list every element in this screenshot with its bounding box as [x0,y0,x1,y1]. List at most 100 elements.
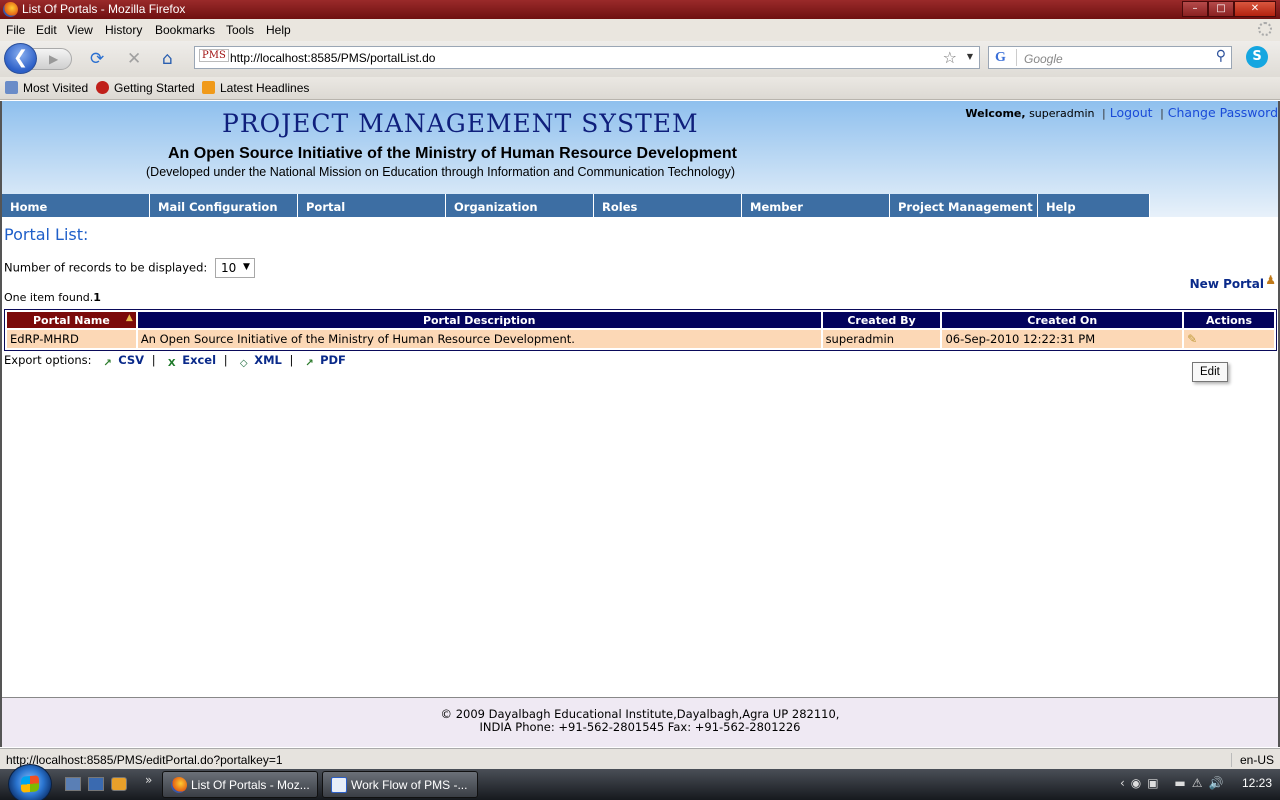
forward-button[interactable]: ▶ [32,48,72,70]
nav-member[interactable]: Member [742,194,890,217]
page-footer: © 2009 Dayalbagh Educational Institute,D… [2,697,1278,747]
bookmark-getting-started[interactable]: Getting Started [96,81,195,95]
switch-windows-icon[interactable] [88,777,104,791]
menu-file[interactable]: File [6,23,25,37]
welcome-label: Welcome, [965,107,1026,120]
page-subtitle-2: (Developed under the National Mission on… [146,165,736,179]
nav-organization[interactable]: Organization [446,194,594,217]
skype-icon[interactable]: S [1246,46,1268,68]
menu-bookmarks[interactable]: Bookmarks [155,23,215,37]
col-portal-name[interactable]: Portal Name ▲ [7,312,136,328]
windows-logo-icon [21,775,39,793]
new-portal-link[interactable]: New Portal ♟ [1190,273,1276,291]
user-panel: Welcome, superadmin | Logout | Change Pass… [965,105,1278,120]
separator: | [1102,107,1106,120]
start-button[interactable] [8,764,52,800]
clock[interactable]: 12:23 [1242,776,1272,790]
address-url[interactable]: http://localhost:8585/PMS/portalList.do [230,51,435,65]
sort-icon: ▲ [125,313,133,323]
show-desktop-icon[interactable] [65,777,81,791]
table-row: EdRP-MHRD An Open Source Initiative of t… [7,330,1274,348]
chevron-right-icon[interactable]: » [145,773,152,787]
task-label: List Of Portals - Moz... [191,778,310,792]
pdf-icon[interactable]: ↗ [303,357,316,370]
url-dropdown-icon[interactable]: ▼ [967,52,973,61]
getting-started-icon [96,81,109,94]
export-excel-link[interactable]: Excel [182,353,216,367]
menu-history[interactable]: History [105,23,142,37]
change-password-link[interactable]: Change Password [1168,105,1278,120]
minimize-button[interactable]: – [1182,1,1208,17]
cell-actions: ✎ [1184,330,1274,348]
export-pdf-link[interactable]: PDF [320,353,346,367]
records-select[interactable]: 10 ▼ [214,258,255,278]
bookmark-most-visited[interactable]: Most Visited [5,81,88,95]
back-button[interactable]: ❮ [4,43,37,74]
maximize-button[interactable]: □ [1208,1,1234,17]
add-user-icon[interactable]: ♟ [1265,273,1276,287]
task-label: Work Flow of PMS -... [351,778,468,792]
csv-icon[interactable]: ↗ [101,357,114,370]
status-language: en-US [1230,753,1274,767]
excel-icon[interactable]: X [165,357,178,370]
address-bar[interactable]: PMS http://localhost:8585/PMS/portalList… [194,46,980,69]
nav-roles[interactable]: Roles [594,194,742,217]
items-found: One item found.1 [4,291,101,304]
col-created-by[interactable]: Created By [822,312,941,328]
nav-home[interactable]: Home [2,194,150,217]
page-number[interactable]: 1 [93,291,101,304]
nav-mail-configuration[interactable]: Mail Configuration [150,194,298,217]
cell-portal-name: EdRP-MHRD [7,330,136,348]
search-box[interactable]: G Google ⚲ [988,46,1232,69]
records-control: Number of records to be displayed: 10 ▼ [4,258,255,278]
bookmark-label: Getting Started [114,81,195,95]
separator: | [223,353,228,367]
menu-view[interactable]: View [67,23,93,37]
nav-project-management[interactable]: Project Management [890,194,1038,217]
search-icon[interactable]: ⚲ [1216,48,1226,64]
bookmarks-toolbar: Most Visited Getting Started Latest Head… [0,77,1280,100]
search-engine-icon[interactable]: G [991,49,1017,66]
logout-link[interactable]: Logout [1110,105,1153,120]
taskbar-firefox[interactable]: List Of Portals - Moz... [162,771,318,798]
chevron-down-icon: ▼ [243,262,250,272]
found-text: One item found. [4,291,94,304]
edit-tooltip: Edit [1192,362,1228,382]
menu-tools[interactable]: Tools [226,23,254,37]
home-icon[interactable]: ⌂ [162,50,173,68]
col-created-on[interactable]: Created On [942,312,1183,328]
bookmark-latest-headlines[interactable]: Latest Headlines [202,81,309,95]
new-portal-label[interactable]: New Portal [1190,277,1264,291]
nav-portal[interactable]: Portal [298,194,446,217]
stop-icon[interactable]: ✕ [127,50,141,68]
window-title: List Of Portals - Mozilla Firefox [22,2,186,16]
bookmark-label: Latest Headlines [220,81,310,95]
tray-icons[interactable]: ‹◉▣ ▬⚠🔊 [1120,776,1229,790]
edit-pencil-icon[interactable]: ✎ [1187,332,1197,346]
username: superadmin [1029,107,1095,120]
page-subtitle: An Open Source Initiative of the Ministr… [168,145,737,162]
search-placeholder[interactable]: Google [1024,52,1063,66]
footer-line-2: INDIA Phone: +91-562-2801545 Fax: +91-56… [479,720,801,734]
firefox-icon [3,2,18,17]
site-header: PROJECT MANAGEMENT SYSTEM An Open Source… [2,101,1278,217]
export-options: Export options: ↗ CSV | X Excel | ◇ XML | ↗… [4,353,350,370]
list-title: Portal List: [4,225,89,244]
window-titlebar: List Of Portals - Mozilla Firefox – □ ✕ [0,0,1280,19]
menu-help[interactable]: Help [266,23,291,37]
export-csv-link[interactable]: CSV [118,353,144,367]
taskbar-word[interactable]: Work Flow of PMS -... [322,771,478,798]
export-xml-link[interactable]: XML [254,353,282,367]
bookmark-star-icon[interactable]: ☆ [943,48,957,67]
separator: | [289,353,294,367]
menu-edit[interactable]: Edit [36,23,57,37]
menubar: File Edit View History Bookmarks Tools H… [0,19,1280,41]
xml-icon[interactable]: ◇ [237,357,250,370]
nav-help[interactable]: Help [1038,194,1150,217]
col-label[interactable]: Portal Name [33,314,110,327]
rss-icon [202,81,215,94]
close-button[interactable]: ✕ [1234,1,1276,17]
reload-icon[interactable]: ⟳ [90,50,104,68]
col-portal-description[interactable]: Portal Description [137,312,821,328]
media-player-icon[interactable] [111,777,127,791]
